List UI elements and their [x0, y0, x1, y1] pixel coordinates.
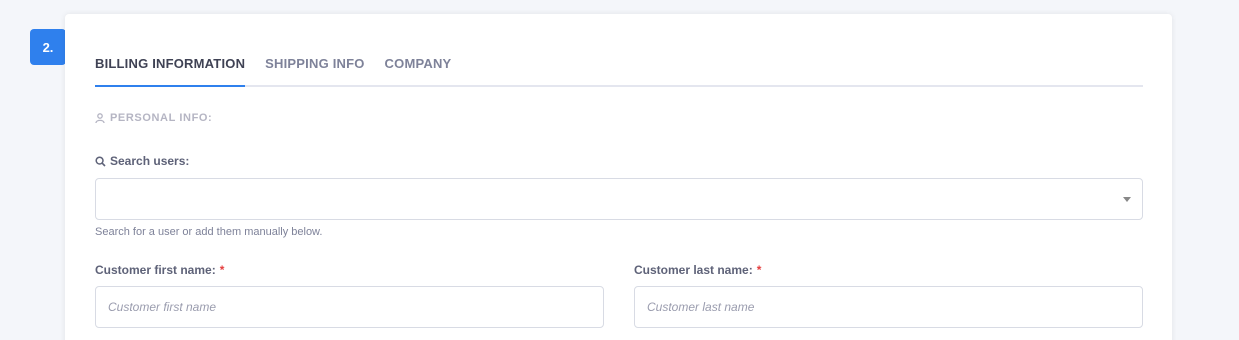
form-tabs: BILLING INFORMATION SHIPPING INFO COMPAN…	[95, 44, 1143, 87]
last-name-input[interactable]	[634, 286, 1143, 328]
billing-form-card: BILLING INFORMATION SHIPPING INFO COMPAN…	[65, 14, 1172, 340]
first-name-label: Customer first name: *	[95, 263, 224, 277]
first-name-label-text: Customer first name:	[95, 263, 216, 277]
tab-billing-information[interactable]: BILLING INFORMATION	[95, 44, 246, 87]
search-users-select[interactable]	[95, 178, 1143, 220]
tab-shipping-info[interactable]: SHIPPING INFO	[265, 44, 364, 87]
search-users-help-text: Search for a user or add them manually b…	[95, 226, 323, 238]
last-name-label-text: Customer last name:	[634, 263, 753, 277]
chevron-down-icon[interactable]	[1123, 197, 1131, 202]
search-users-label-text: Search users:	[110, 154, 190, 168]
step-number-badge: 2.	[30, 29, 66, 65]
first-name-input[interactable]	[95, 286, 604, 328]
section-title-label: PERSONAL INFO:	[110, 112, 213, 124]
section-title-personal-info: PERSONAL INFO:	[95, 112, 212, 124]
user-icon	[95, 113, 105, 123]
search-icon	[95, 155, 106, 167]
required-mark: *	[219, 263, 225, 277]
required-mark: *	[756, 263, 762, 277]
tab-company[interactable]: COMPANY	[385, 44, 452, 87]
last-name-label: Customer last name: *	[634, 263, 761, 277]
search-users-label: Search users:	[95, 154, 189, 168]
